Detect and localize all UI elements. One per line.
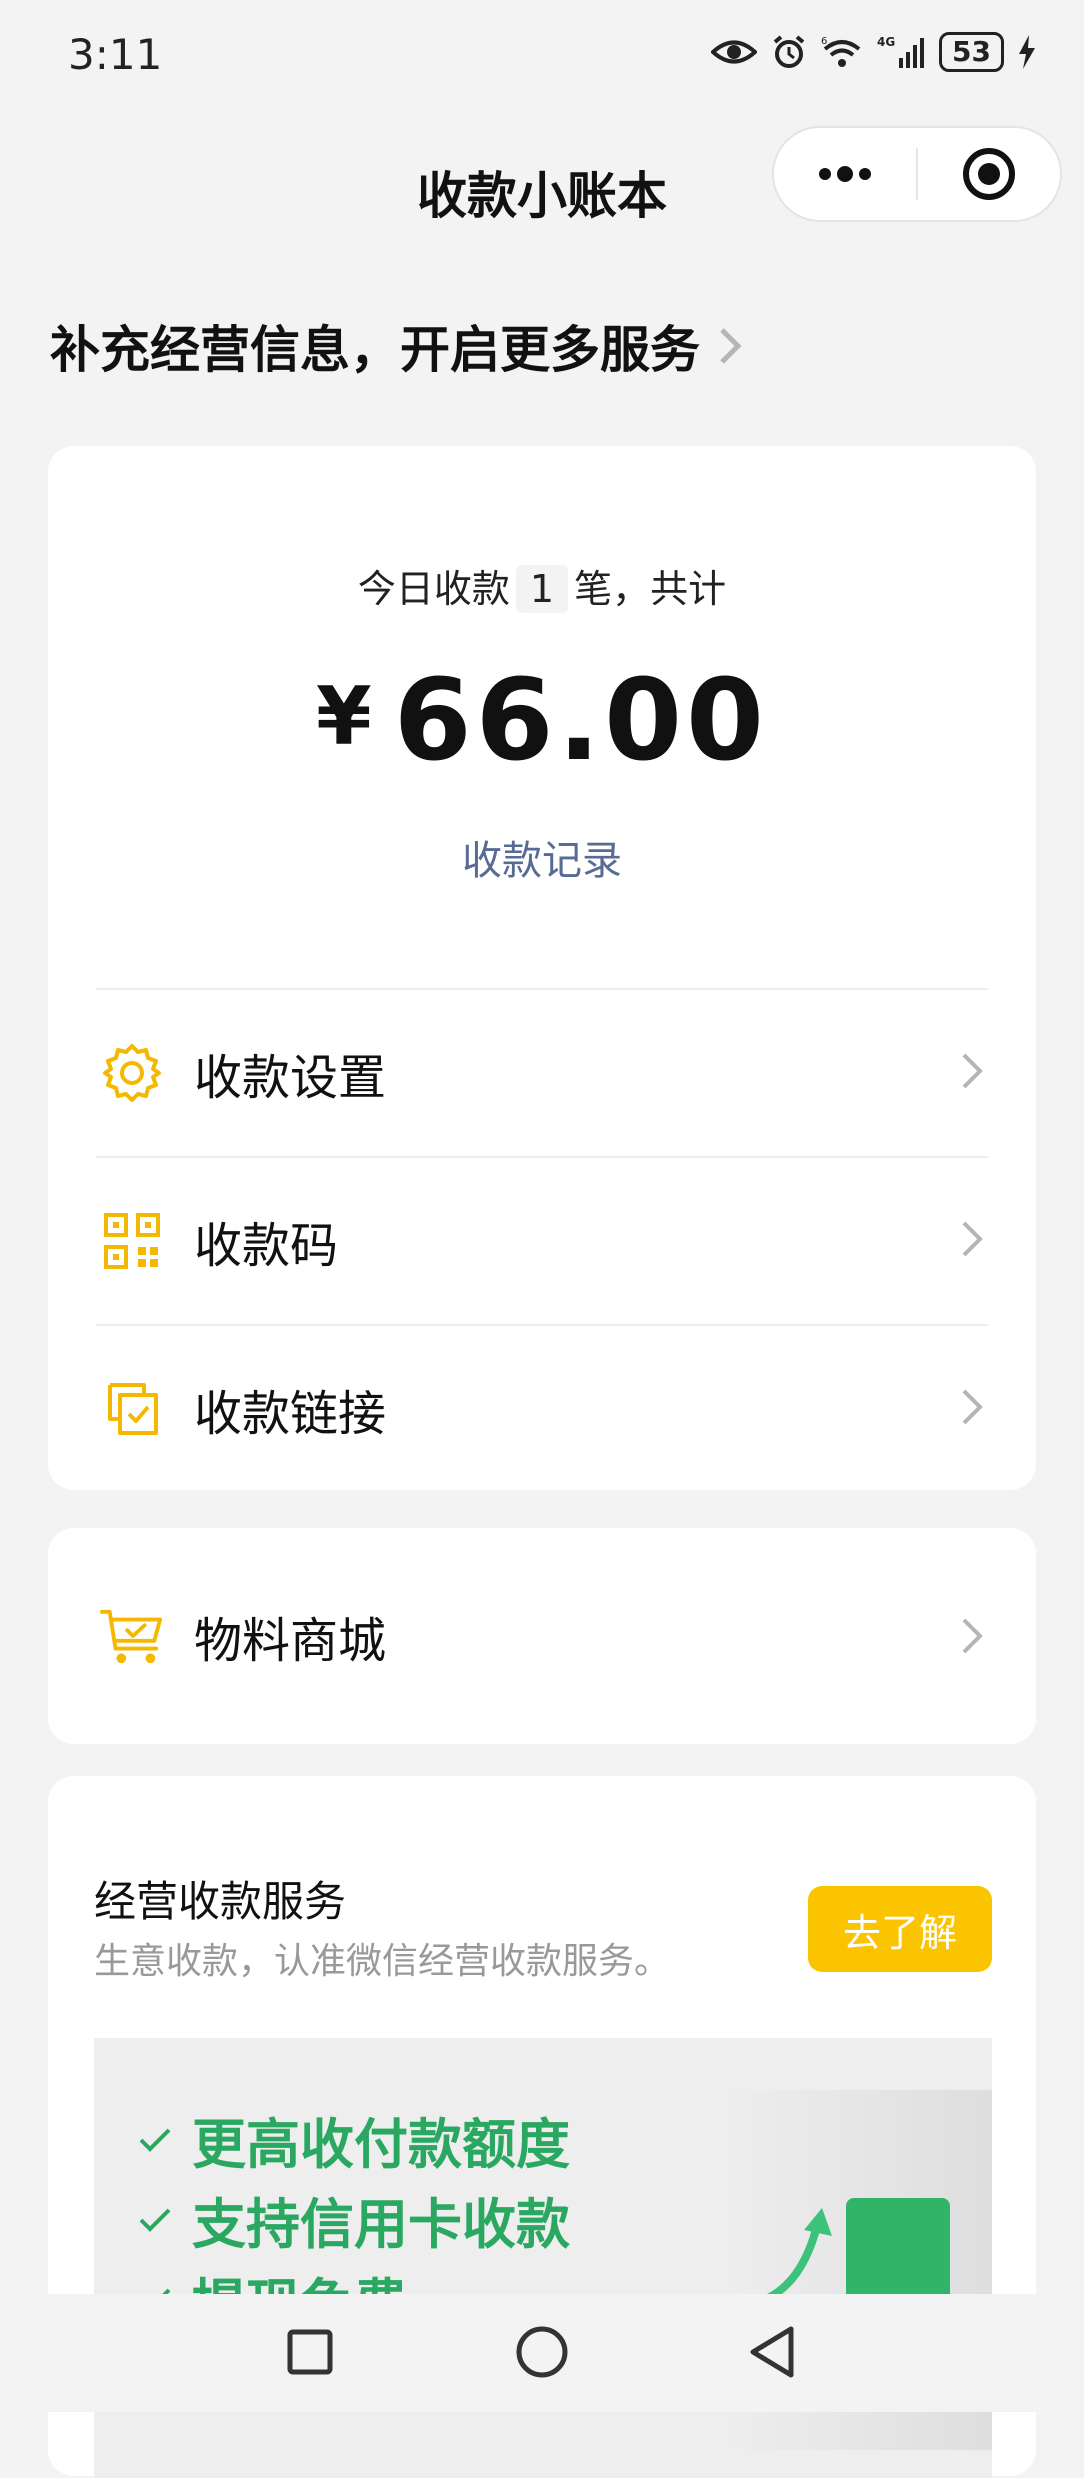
check-icon	[139, 2208, 171, 2232]
link-check-icon	[100, 1377, 164, 1441]
chevron-right-icon	[962, 1618, 983, 1654]
battery-indicator: 53	[939, 32, 1004, 72]
feature-item: 更高收付款额度	[138, 2100, 570, 2179]
recent-apps-button[interactable]	[278, 2320, 342, 2384]
chevron-right-icon	[962, 1221, 983, 1257]
menu-item-label: 收款设置	[194, 1050, 387, 1106]
more-dots-icon	[819, 166, 871, 182]
today-amount: ¥66.00	[48, 656, 1036, 786]
menu-list: 收款设置 收款码 收款链接	[96, 988, 988, 1492]
business-info-banner[interactable]: 补充经营信息，开启更多服务	[50, 310, 742, 382]
gear-icon	[100, 1041, 164, 1105]
banner-text: 补充经营信息，开启更多服务	[50, 321, 700, 379]
status-time: 3:11	[68, 30, 163, 79]
more-button[interactable]	[774, 128, 916, 220]
qr-code-icon	[100, 1209, 164, 1273]
menu-item-label: 收款码	[194, 1218, 339, 1274]
circle-icon	[516, 2326, 568, 2378]
back-triangle-icon	[750, 2326, 794, 2378]
system-nav-bar	[0, 2294, 1084, 2412]
signal-icon: 4G	[877, 34, 925, 70]
check-icon	[139, 2128, 171, 2152]
chevron-right-icon	[962, 1053, 983, 1089]
status-icons: 6 4G 53	[711, 32, 1036, 72]
learn-more-button[interactable]: 去了解	[808, 1886, 992, 1972]
home-button[interactable]	[510, 2320, 574, 2384]
today-count: 1	[515, 565, 569, 613]
chevron-right-icon	[720, 328, 742, 364]
menu-item-label: 收款链接	[194, 1386, 387, 1442]
arrow-up-icon	[754, 2208, 832, 2306]
feature-text: 更高收付款额度	[192, 2113, 570, 2176]
menu-item-qr-code[interactable]: 收款码	[96, 1156, 988, 1324]
records-link[interactable]: 收款记录	[48, 828, 1036, 886]
menu-item-settings[interactable]: 收款设置	[96, 988, 988, 1156]
close-button[interactable]	[918, 128, 1060, 220]
amount-value: 66.00	[393, 656, 768, 786]
today-summary: 今日收款 1 笔，共计	[48, 558, 1036, 613]
store-card: 物料商城	[48, 1528, 1036, 1744]
feature-text: 支持信用卡收款	[192, 2193, 570, 2256]
alarm-icon	[771, 34, 807, 70]
status-bar: 3:11 6 4G 53	[0, 0, 1084, 110]
today-prefix: 今日收款	[357, 567, 510, 611]
store-label: 物料商城	[194, 1613, 387, 1669]
menu-item-payment-link[interactable]: 收款链接	[96, 1324, 988, 1492]
menu-item-store[interactable]: 物料商城	[96, 1528, 988, 1744]
service-description: 生意收款，认准微信经营收款服务。	[94, 1941, 671, 1982]
wifi-badge: 6	[821, 36, 827, 47]
currency-symbol: ¥	[316, 670, 372, 763]
feature-item: 支持信用卡收款	[138, 2180, 570, 2259]
charging-icon	[1018, 35, 1036, 69]
eye-icon	[711, 37, 758, 67]
miniprogram-capsule	[772, 126, 1062, 222]
summary-card: 今日收款 1 笔，共计 ¥66.00 收款记录 收款设置 收款码 收款链接	[48, 446, 1036, 1490]
service-title: 经营收款服务	[94, 1877, 347, 1926]
chevron-right-icon	[962, 1389, 983, 1425]
wifi-icon: 6	[821, 35, 863, 69]
network-label: 4G	[877, 35, 895, 49]
target-circle-icon	[963, 148, 1015, 200]
page-header: 收款小账本	[0, 120, 1084, 250]
promo-banner[interactable]: 更高收付款额度 支持信用卡收款 提现免费	[94, 2038, 992, 2478]
today-suffix: 笔，共计	[574, 567, 727, 611]
square-icon	[287, 2329, 333, 2375]
back-button[interactable]	[740, 2320, 804, 2384]
cart-icon	[100, 1604, 164, 1668]
